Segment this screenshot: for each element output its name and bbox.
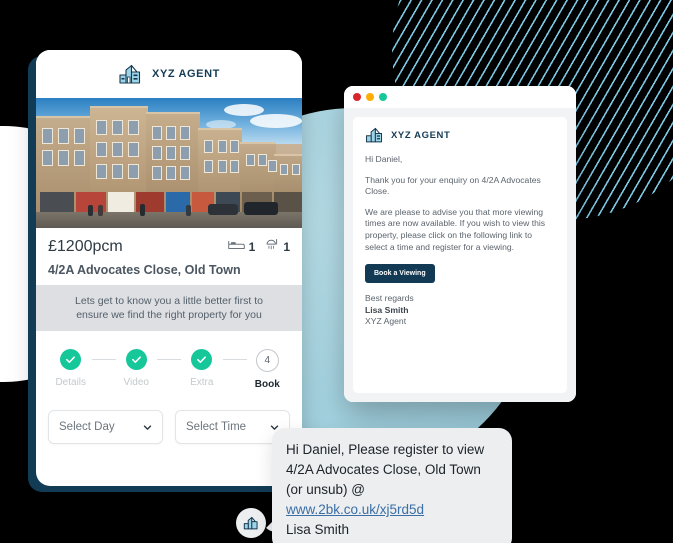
step-book-label: Book [254,379,280,390]
close-dot-icon[interactable] [353,93,361,101]
booking-stepper: Details Video Extra 4 Book [36,331,302,396]
onboarding-note: Lets get to know you a little better fir… [36,285,302,331]
shower-icon [265,238,279,256]
step-book[interactable]: 4 Book [247,349,289,390]
stepper-connector [157,359,181,360]
building-avatar-icon [243,516,258,530]
property-booking-card: XYZ AGENT £1200pcm 1 1 4/2A Advocates Cl… [36,50,302,486]
email-sender-name: Lisa Smith [365,304,409,315]
email-signoff: Best regards [365,293,414,304]
bathrooms-count: 1 [283,240,290,254]
email-sender-company: XYZ Agent [365,315,407,326]
card-brand-header: XYZ AGENT [36,50,302,98]
sms-message-bubble: Hi Daniel, Please register to view 4/2A … [272,428,512,543]
step-extra-bubble [191,349,213,370]
sms-text-before-link: Hi Daniel, Please register to view 4/2A … [286,442,485,497]
email-sheet: XYZ AGENT Hi Daniel, Thank you for your … [353,117,567,393]
step-extra-label: Extra [190,377,214,388]
screenshot-stage: XYZ AGENT £1200pcm 1 1 4/2A Advocates Cl… [0,0,673,543]
email-preview-window: XYZ AGENT Hi Daniel, Thank you for your … [344,86,576,402]
property-info: £1200pcm 1 1 4/2A Advocates Close, Old T… [36,228,302,285]
email-greeting: Hi Daniel, [365,154,403,164]
stepper-connector [91,359,116,360]
select-time-value: Select Time [186,421,247,433]
bedrooms-count: 1 [248,240,256,254]
step-video-label: Video [123,377,149,388]
step-details[interactable]: Details [50,349,92,388]
brand-name: XYZ AGENT [152,68,220,80]
select-day-dropdown[interactable]: Select Day [48,410,163,444]
step-book-bubble: 4 [255,349,279,372]
onboarding-note-line-2: ensure we find the right property for yo… [76,309,262,321]
chevron-down-icon [143,424,152,430]
sms-avatar [236,508,266,538]
price: £1200pcm [48,238,123,255]
sms-link[interactable]: www.2bk.co.uk/xj5rd5d [286,502,424,517]
email-paragraph-2: We are please to advise you that more vi… [365,206,546,252]
property-features: 1 1 [227,238,290,256]
bedrooms-feature: 1 [227,238,256,256]
stepper-connector [222,359,247,360]
email-brand-header: XYZ AGENT [365,127,555,143]
email-body-canvas: XYZ AGENT Hi Daniel, Thank you for your … [344,108,576,402]
email-signature: Best regards Lisa Smith XYZ Agent [365,293,555,327]
onboarding-note-line-1: Lets get to know you a little better fir… [75,295,263,307]
minimize-dot-icon[interactable] [366,93,374,101]
book-a-viewing-button[interactable]: Book a Viewing [365,264,435,284]
property-photo [36,98,302,228]
sms-signature: Lisa Smith [286,522,350,537]
step-extra[interactable]: Extra [181,349,223,388]
select-day-value: Select Day [59,421,115,433]
maximize-dot-icon[interactable] [379,93,387,101]
building-icon [118,64,144,84]
email-brand-name: XYZ AGENT [391,129,451,141]
property-address: 4/2A Advocates Close, Old Town [48,263,241,277]
window-title-bar [344,86,576,108]
bathrooms-feature: 1 [265,238,290,256]
step-video[interactable]: Video [116,349,158,388]
step-details-bubble [60,349,82,370]
step-details-label: Details [55,377,87,388]
building-icon [365,127,385,143]
bed-icon [227,238,245,256]
booking-selectors: Select Day Select Time [36,396,302,444]
email-paragraph-1: Thank you for your enquiry on 4/2A Advoc… [365,174,541,197]
step-video-bubble [125,349,147,370]
